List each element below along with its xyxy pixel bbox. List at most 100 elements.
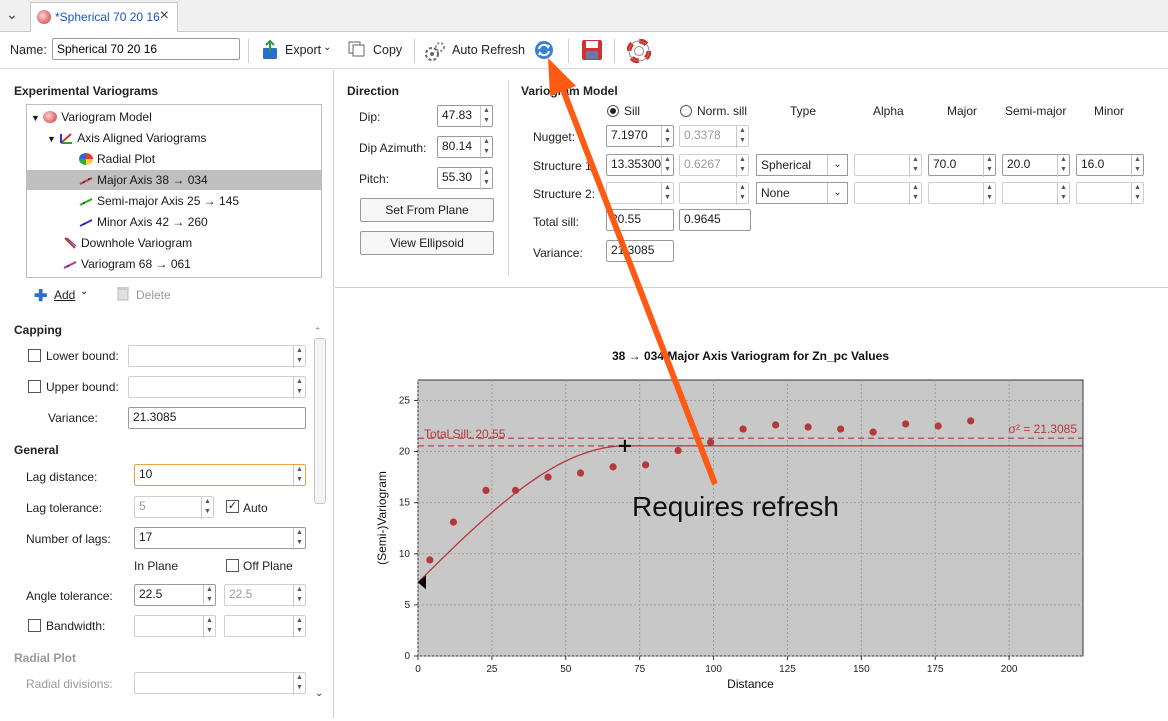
structure-1-major-input[interactable]: 70.0 ▲ ▼ [928,154,996,177]
spinner-icon[interactable]: ▲ ▼ [293,673,305,695]
bandwidth-checkbox[interactable] [28,619,41,632]
structure-2-sill-input[interactable]: ▲ ▼ [606,182,674,205]
spinner-icon[interactable]: ▲ ▼ [736,126,748,148]
structure-1-sill-input[interactable]: 13.353000 ▲ ▼ [606,154,674,176]
chevron-down-icon[interactable]: ⌄ [323,42,331,53]
spinner-icon[interactable]: ▲ ▼ [203,616,215,638]
structure-1-norm-input[interactable]: 0.6267 ▲ ▼ [679,154,749,177]
bandwidth-input[interactable]: ▲ ▼ [134,615,216,638]
dip-input[interactable]: 47.83 ▲ ▼ [437,105,493,128]
bandwidth-off-input[interactable]: ▲ ▼ [224,615,306,638]
lower-bound-checkbox[interactable] [28,349,41,362]
tab-spherical[interactable]: *Spherical 70 20 16 × [30,2,178,32]
tree-item-major-axis[interactable]: Major Axis 38 → 034 [27,170,321,190]
refresh-icon[interactable] [534,40,554,63]
structure-2-major-input[interactable]: ▲ ▼ [928,182,996,205]
spinner-icon[interactable]: ▲ ▼ [909,183,921,205]
tree-item-downhole[interactable]: Downhole Variogram [27,233,321,253]
structure-2-minor-input[interactable]: ▲ ▼ [1076,182,1144,205]
export-button[interactable]: Export [285,43,321,57]
off-plane-checkbox[interactable] [226,559,239,572]
spinner-icon[interactable]: ▲ ▼ [1131,155,1143,177]
spinner-icon[interactable]: ▲ ▼ [203,585,215,607]
tree-label: Variogram 68 → 061 [81,257,191,271]
chevron-down-icon[interactable]: ⌄ [80,286,88,297]
scrollbar-thumb[interactable] [314,338,326,504]
upper-bound-checkbox[interactable] [28,380,41,393]
spinner-icon[interactable]: ▲ ▼ [983,183,995,205]
close-icon[interactable]: × [160,7,169,25]
tree-item-radial-plot[interactable]: Radial Plot [27,149,321,169]
structure-2-type-select[interactable]: None ⌄ [756,182,848,204]
spinner-icon[interactable]: ▲ ▼ [480,137,492,159]
x-tick-label: 0 [415,664,421,675]
dip-azimuth-input[interactable]: 80.14 ▲ ▼ [437,136,493,159]
scroll-down-icon[interactable]: ⌄ [315,688,323,699]
spinner-icon[interactable]: ▲ ▼ [736,155,748,177]
lower-bound-input[interactable]: ▲ ▼ [128,345,306,368]
chevron-down-icon[interactable]: ⌄ [6,6,18,23]
spinner-icon[interactable]: ▲ ▼ [736,183,748,205]
structure-2-norm-input[interactable]: ▲ ▼ [679,182,749,205]
scrollbar[interactable]: ⌃ ⌄ [314,326,326,706]
spinner-icon[interactable]: ▲ ▼ [1057,183,1069,205]
tree-item-variogram-68[interactable]: Variogram 68 → 061 [27,254,321,274]
scroll-up-icon[interactable]: ⌃ [314,326,322,337]
view-ellipsoid-button[interactable]: View Ellipsoid [360,231,494,255]
tree-item-axis-aligned[interactable]: ▼ Axis Aligned Variograms [27,128,321,148]
expand-triangle-icon[interactable]: ▼ [31,113,40,123]
spinner-icon[interactable]: ▲ ▼ [480,168,492,190]
spinner-icon[interactable]: ▲ ▼ [909,155,921,177]
auto-refresh-button[interactable]: Auto Refresh [452,43,525,57]
spinner-icon[interactable]: ▲ ▼ [983,155,995,177]
chevron-down-icon[interactable]: ⌄ [827,155,847,175]
spinner-icon[interactable]: ▲ ▼ [480,106,492,128]
spinner-icon[interactable]: ▲ ▼ [293,377,305,399]
number-of-lags-input[interactable]: 17 ▲ ▼ [134,527,306,550]
spinner-icon[interactable]: ▲ ▼ [1057,155,1069,177]
radial-divisions-input[interactable]: ▲ ▼ [134,672,306,695]
nugget-input[interactable]: 7.1970 ▲ ▼ [606,125,674,148]
spinner-icon[interactable]: ▲ ▼ [661,126,673,148]
help-lifebuoy-icon[interactable] [626,38,652,66]
variance-input[interactable]: 21.3085 [128,407,306,429]
name-input[interactable] [52,38,240,60]
spinner-icon[interactable]: ▲ ▼ [293,528,305,550]
tree-item-minor-axis[interactable]: Minor Axis 42 → 260 [27,212,321,232]
structure-1-alpha-input[interactable]: ▲ ▼ [854,154,922,177]
data-point [772,421,780,429]
tree-item-semi-major-axis[interactable]: Semi-major Axis 25 → 145 [27,191,321,211]
spinner-icon[interactable]: ▲ ▼ [293,346,305,368]
tree-item-variogram-model[interactable]: ▼ Variogram Model [27,107,321,127]
spinner-icon[interactable]: ▲ ▼ [1131,183,1143,205]
spinner-icon[interactable]: ▲ ▼ [293,465,305,487]
copy-button[interactable]: Copy [373,43,402,57]
upper-bound-input[interactable]: ▲ ▼ [128,376,306,399]
spinner-icon[interactable]: ▲ ▼ [293,616,305,638]
chevron-down-icon[interactable]: ⌄ [827,183,847,203]
save-icon[interactable] [581,39,603,64]
structure-1-type-select[interactable]: Spherical ⌄ [756,154,848,176]
spinner-icon[interactable]: ▲ ▼ [661,155,673,175]
sill-radio[interactable] [607,105,619,117]
delete-button[interactable]: Delete [136,288,171,302]
angle-tolerance-off-input[interactable]: 22.5 ▲ ▼ [224,584,306,607]
structure-1-minor-input[interactable]: 16.0 ▲ ▼ [1076,154,1144,177]
structure-2-semimajor-input[interactable]: ▲ ▼ [1002,182,1070,205]
angle-tolerance-input[interactable]: 22.5 ▲ ▼ [134,584,216,607]
spinner-icon[interactable]: ▲ ▼ [661,183,673,205]
pitch-input[interactable]: 55.30 ▲ ▼ [437,167,493,190]
set-from-plane-button[interactable]: Set From Plane [360,198,494,222]
spinner-icon[interactable]: ▲ ▼ [201,497,213,519]
variogram-chart[interactable]: 0 25 50 75 100 125 150 175 200 0 5 10 15 20 25 38 → 034… [335,289,1168,718]
structure-2-alpha-input[interactable]: ▲ ▼ [854,182,922,205]
structure-1-semimajor-input[interactable]: 20.0 ▲ ▼ [1002,154,1070,177]
expand-triangle-icon[interactable]: ▼ [47,134,56,144]
lag-distance-input[interactable]: 10 ▲ ▼ [134,464,306,487]
lag-tolerance-input[interactable]: 5 ▲ ▼ [134,496,214,519]
nugget-norm-input[interactable]: 0.3378 ▲ ▼ [679,125,749,148]
add-button[interactable]: Add [54,288,75,302]
norm-sill-radio[interactable] [680,105,692,117]
spinner-icon[interactable]: ▲ ▼ [293,585,305,607]
auto-checkbox[interactable]: ✓ [226,500,239,513]
